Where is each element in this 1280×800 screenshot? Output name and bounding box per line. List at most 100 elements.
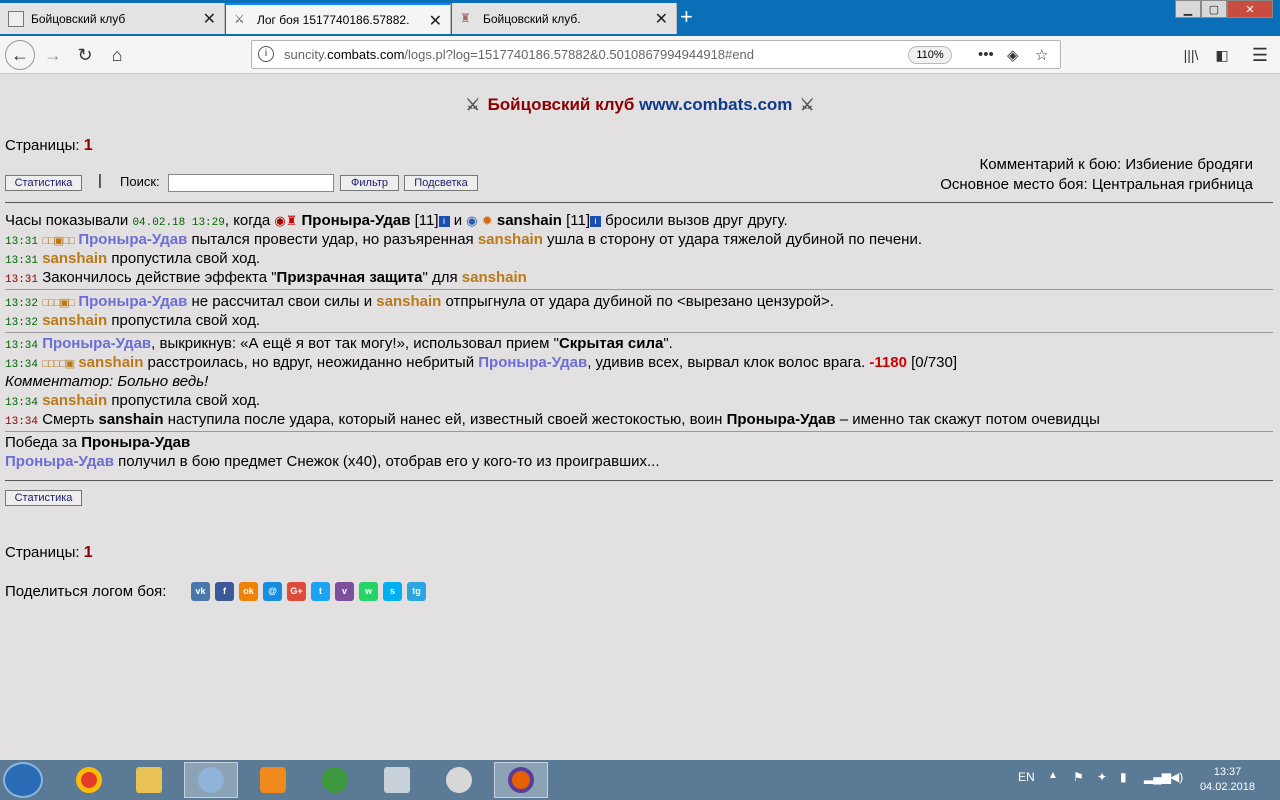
googleplus-share-icon[interactable]: G+ — [287, 582, 306, 601]
close-icon[interactable]: ✕ — [429, 11, 442, 31]
zoom-indicator[interactable]: 110% — [908, 46, 952, 64]
odnoklassniki-share-icon[interactable]: ok — [239, 582, 258, 601]
chrome-taskbar-icon[interactable] — [62, 762, 116, 798]
flag-icon[interactable]: ⚑ — [1073, 770, 1084, 784]
menu-icon[interactable]: ☰ — [1245, 40, 1275, 70]
library-icon[interactable]: |||\ — [1176, 40, 1206, 70]
victory-line: Победа за Проныра-Удав — [5, 434, 191, 451]
twitter-share-icon[interactable]: t — [311, 582, 330, 601]
hit-zone-icon: □□□▣□ — [42, 297, 75, 309]
window-close-button[interactable]: ✕ — [1227, 0, 1273, 18]
database-taskbar-icon[interactable] — [432, 762, 486, 798]
log-line: 13:31 □□▣□□ Проныра-Удав пытался провест… — [5, 231, 922, 248]
url-text[interactable]: suncity.combats.com/logs.pl?log=15177401… — [284, 47, 754, 62]
power-icon[interactable]: ▮ — [1120, 770, 1127, 784]
whatsapp-share-icon[interactable]: w — [359, 582, 378, 601]
filter-button[interactable]: Фильтр — [340, 175, 399, 191]
home-button[interactable]: ⌂ — [102, 40, 132, 70]
info-icon[interactable]: i — [438, 215, 450, 227]
moimir-share-icon[interactable]: @ — [263, 582, 282, 601]
log-line: 13:34 Смерть sanshain наступила после уд… — [5, 411, 1100, 428]
sidebar-icon[interactable]: ◧ — [1207, 40, 1237, 70]
pocket-icon[interactable]: ◈ — [1007, 46, 1019, 64]
page-link[interactable]: 1 — [84, 544, 93, 561]
pages-bottom: Страницы: 1 — [5, 544, 93, 561]
clan-icon: ◉ — [274, 213, 286, 228]
stats-button-bottom[interactable]: Статистика — [5, 490, 82, 506]
page-content: ⚔ Бойцовский клуб www.combats.com ⚔ Стра… — [0, 75, 1280, 760]
divider — [5, 289, 1273, 290]
back-button[interactable]: ← — [5, 40, 35, 70]
tab-1[interactable]: Бойцовский клуб ✕ — [0, 3, 225, 34]
close-icon[interactable]: ✕ — [655, 9, 668, 29]
facebook-share-icon[interactable]: f — [215, 582, 234, 601]
highlight-button[interactable]: Подсветка — [404, 175, 478, 191]
tray-arrow-icon[interactable]: ▲ — [1048, 770, 1058, 781]
telegram-share-icon[interactable]: tg — [407, 582, 426, 601]
pages-top: Страницы: 1 — [5, 137, 93, 154]
info-icon[interactable]: i — [589, 215, 601, 227]
bookmark-star-icon[interactable]: ☆ — [1035, 46, 1048, 64]
tab-3[interactable]: ♜ Бойцовский клуб. ✕ — [452, 3, 677, 34]
volume-icon[interactable]: ◀) — [1170, 770, 1183, 784]
firefox-taskbar-icon[interactable] — [494, 762, 548, 798]
address-bar[interactable]: i suncity.combats.com/logs.pl?log=151774… — [251, 40, 1061, 69]
more-icon[interactable]: ••• — [978, 46, 994, 63]
swords-icon — [8, 10, 24, 27]
share-label: Поделиться логом боя: — [5, 583, 167, 600]
divider — [5, 431, 1273, 432]
damage-value: -1180 — [869, 354, 907, 371]
new-tab-button[interactable]: + — [680, 4, 693, 30]
log-line: 13:34 Проныра-Удав, выкрикнув: «А ещё я … — [5, 335, 673, 352]
log-line: 13:32 □□□▣□ Проныра-Удав не рассчитал св… — [5, 293, 834, 310]
vk-share-icon[interactable]: vk — [191, 582, 210, 601]
player-name[interactable]: sanshain — [497, 212, 562, 229]
minimize-button[interactable]: ▁ — [1175, 0, 1201, 18]
reload-button[interactable]: ↻ — [70, 40, 100, 70]
tab-2[interactable]: ⚔ Лог боя 1517740186.57882. ✕ — [226, 3, 451, 34]
viber-share-icon[interactable]: v — [335, 582, 354, 601]
globe-taskbar-icon[interactable] — [308, 762, 362, 798]
folder-taskbar-icon[interactable] — [122, 762, 176, 798]
commentator-line: Комментатор: Больно ведь! — [5, 373, 209, 390]
swords-icon: ⚔ — [799, 97, 815, 114]
log-line-start: Часы показывали 04.02.18 13:29, когда ◉♜… — [5, 212, 788, 229]
log-line: 13:31 sanshain пропустила свой ход. — [5, 250, 261, 267]
media-taskbar-icon[interactable] — [246, 762, 300, 798]
rank-icon: ✹ — [481, 213, 493, 228]
forward-button[interactable]: → — [38, 40, 68, 70]
search-label: Поиск: — [120, 174, 160, 189]
maximize-button[interactable]: ▢ — [1201, 0, 1227, 18]
hit-zone-icon: □□□□▣ — [42, 358, 75, 370]
clock[interactable]: 13:37 04.02.2018 — [1200, 765, 1255, 795]
loot-line: Проныра-Удав получил в бою предмет Снежо… — [5, 453, 660, 470]
avast-icon[interactable]: ✦ — [1097, 770, 1107, 784]
fight-comment: Комментарий к бою: Избиение бродяги — [979, 156, 1253, 173]
page-link[interactable]: 1 — [84, 137, 93, 154]
clan-icon: ◉ — [466, 213, 478, 228]
divider — [5, 202, 1273, 203]
nav-bar: ← → ↻ ⌂ i suncity.combats.com/logs.pl?lo… — [0, 36, 1280, 74]
site-title: ⚔ Бойцовский клуб www.combats.com ⚔ — [0, 95, 1280, 115]
swords-icon: ⚔ — [234, 11, 245, 26]
site-link[interactable]: www.combats.com — [639, 95, 792, 114]
divider — [5, 480, 1273, 481]
language-indicator[interactable]: EN — [1018, 770, 1035, 784]
log-line: 13:34 sanshain пропустила свой ход. — [5, 392, 261, 409]
hit-zone-icon: □□▣□□ — [42, 235, 75, 247]
skype-share-icon[interactable]: s — [383, 582, 402, 601]
start-button[interactable] — [3, 762, 43, 798]
paint-taskbar-icon[interactable] — [184, 762, 238, 798]
player-name[interactable]: Проныра-Удав — [302, 212, 411, 229]
separator: | — [98, 172, 102, 189]
calculator-taskbar-icon[interactable] — [370, 762, 424, 798]
search-input[interactable] — [168, 174, 334, 192]
stats-button[interactable]: Статистика — [5, 175, 82, 191]
close-icon[interactable]: ✕ — [203, 9, 216, 29]
info-icon[interactable]: i — [258, 46, 274, 62]
log-line: 13:34 □□□□▣ sanshain расстроилась, но вд… — [5, 354, 958, 371]
rank-icon: ♜ — [285, 213, 298, 228]
network-icon[interactable]: ▂▄▆ — [1144, 770, 1171, 784]
tab-bar: Бойцовский клуб ✕ ⚔ Лог боя 1517740186.5… — [0, 0, 1280, 36]
tab-title: Бойцовский клуб — [31, 11, 126, 26]
